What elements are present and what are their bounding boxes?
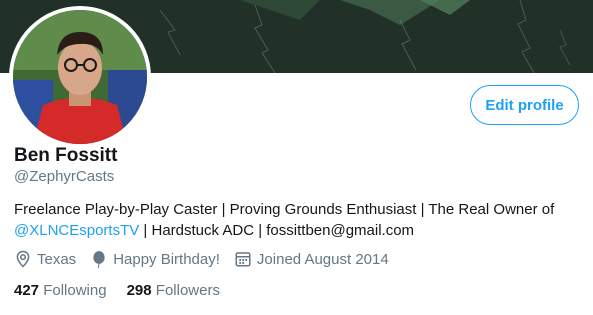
profile-meta: Texas Happy Birthday! Joined August 2014	[14, 248, 403, 270]
location-pin-icon	[16, 250, 30, 268]
birthday-item: Happy Birthday!	[90, 250, 220, 268]
avatar[interactable]	[13, 10, 147, 144]
profile-bio: Freelance Play-by-Play Caster | Proving …	[14, 199, 574, 241]
location-item: Texas	[14, 250, 76, 268]
bio-text: Freelance Play-by-Play Caster | Proving …	[14, 201, 555, 218]
following-link[interactable]: 427 Following	[14, 282, 107, 299]
joined-text: Joined August 2014	[256, 250, 389, 268]
edit-profile-button[interactable]: Edit profile	[470, 85, 579, 125]
followers-link[interactable]: 298 Followers	[127, 282, 220, 299]
birthday-text: Happy Birthday!	[113, 250, 220, 268]
followers-label: Followers	[155, 282, 220, 299]
following-count: 427	[14, 282, 40, 299]
bio-text-continued: | Hardstuck ADC | fossittben@gmail.com	[139, 222, 415, 239]
joined-item: Joined August 2014	[234, 250, 389, 268]
bio-mention-link[interactable]: @XLNCEsportsTV	[14, 222, 139, 239]
profile-name: Ben Fossitt	[14, 145, 118, 166]
location-text: Texas	[37, 250, 77, 268]
profile-handle: @ZephyrCasts	[14, 168, 115, 185]
followers-count: 298	[126, 282, 152, 299]
balloon-icon	[93, 251, 105, 268]
avatar-frame[interactable]	[9, 6, 151, 148]
profile-stats: 427 Following 298 Followers	[14, 282, 240, 299]
following-label: Following	[43, 282, 107, 299]
calendar-icon	[235, 252, 251, 267]
